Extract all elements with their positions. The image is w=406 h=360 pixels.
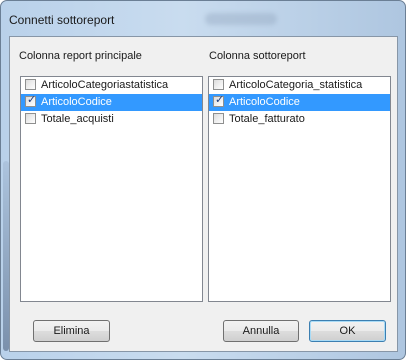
subreport-column-label: Colonna sottoreport bbox=[209, 50, 306, 62]
list-item[interactable]: ✓ ArticoloCategoria_statistica bbox=[209, 77, 390, 94]
list-item[interactable]: ✓ ArticoloCategoriastatistica bbox=[21, 77, 202, 94]
checkbox[interactable]: ✓ bbox=[25, 79, 36, 90]
subreport-columns-list[interactable]: ✓ ArticoloCategoria_statistica ✓ Articol… bbox=[208, 76, 391, 302]
list-item[interactable]: ✓ ArticoloCodice bbox=[21, 94, 202, 111]
ok-button[interactable]: OK bbox=[309, 320, 386, 342]
checkmark-icon: ✓ bbox=[215, 94, 225, 106]
window-title: Connetti sottoreport bbox=[9, 13, 115, 27]
checkbox[interactable]: ✓ bbox=[25, 94, 37, 107]
checkbox[interactable]: ✓ bbox=[25, 113, 36, 124]
checkmark-icon: ✓ bbox=[27, 94, 37, 106]
delete-button[interactable]: Elimina bbox=[33, 320, 110, 342]
blurred-background-title bbox=[205, 13, 277, 25]
main-report-column-label: Colonna report principale bbox=[19, 50, 142, 62]
cancel-button[interactable]: Annulla bbox=[223, 320, 299, 342]
list-item-label: Totale_acquisti bbox=[41, 113, 114, 125]
list-item[interactable]: ✓ ArticoloCodice bbox=[209, 94, 390, 111]
dialog-client-area: Colonna report principale Colonna sottor… bbox=[9, 36, 398, 352]
list-item[interactable]: ✓ Totale_fatturato bbox=[209, 111, 390, 128]
checkbox[interactable]: ✓ bbox=[213, 113, 224, 124]
dialog-window: Connetti sottoreport Colonna report prin… bbox=[0, 0, 406, 360]
list-item[interactable]: ✓ Totale_acquisti bbox=[21, 111, 202, 128]
checkbox[interactable]: ✓ bbox=[213, 79, 224, 90]
list-item-label: ArticoloCategoria_statistica bbox=[229, 79, 363, 91]
list-item-label: ArticoloCodice bbox=[229, 96, 300, 108]
main-report-columns-list[interactable]: ✓ ArticoloCategoriastatistica ✓ Articolo… bbox=[20, 76, 203, 302]
list-item-label: Totale_fatturato bbox=[229, 113, 305, 125]
list-item-label: ArticoloCodice bbox=[41, 96, 112, 108]
list-item-label: ArticoloCategoriastatistica bbox=[41, 79, 169, 91]
checkbox[interactable]: ✓ bbox=[213, 94, 225, 107]
